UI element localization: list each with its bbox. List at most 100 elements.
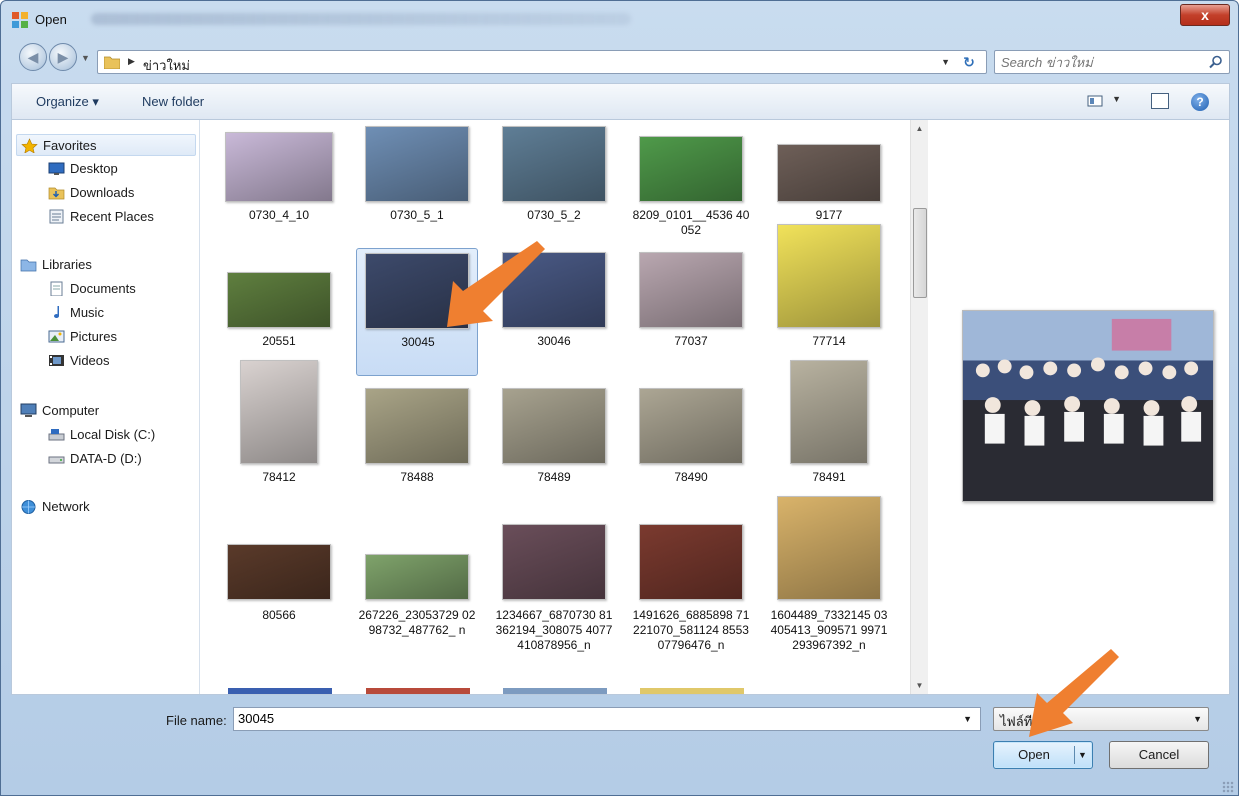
sidebar-item-data-d-d[interactable]: DATA-D (D:) [30, 448, 210, 470]
file-item[interactable]: 20551 [218, 248, 340, 376]
file-item[interactable]: 1604489_7332145 03405413_909571 99712939… [768, 496, 890, 652]
file-grid: 0730_4_10 0730_5_1 0730_5_2 8209_0101__4536… [202, 120, 910, 694]
view-options-dropdown[interactable]: ▼ [1112, 94, 1121, 104]
file-type-select[interactable]: ไฟล์ที ▼ [993, 707, 1209, 731]
folder-icon [104, 56, 120, 69]
file-name: 1234667_6870730 81362194_308075 40774108… [495, 608, 613, 652]
file-thumbnail-partial[interactable] [503, 688, 607, 694]
search-input[interactable] [1001, 53, 1201, 71]
vertical-scrollbar[interactable]: ▲ ▼ [910, 120, 928, 694]
filename-field[interactable]: ▼ [233, 707, 981, 731]
sidebar-item-desktop[interactable]: Desktop [30, 158, 210, 180]
disk-icon [48, 429, 65, 441]
file-item[interactable]: 8209_0101__4536 40052 [630, 122, 752, 250]
address-bar[interactable]: ▶ ข่าวใหม่ ▼ ↻ [97, 50, 987, 74]
back-button[interactable]: ◀ [19, 43, 47, 71]
file-name: 78491 [812, 470, 846, 484]
file-item[interactable]: 77714 [768, 224, 890, 376]
file-item[interactable]: 0730_5_1 [356, 122, 478, 250]
file-name: 20551 [262, 334, 296, 348]
breadcrumb-current-folder[interactable]: ข่าวใหม่ [143, 55, 190, 76]
file-type-value: ไฟล์ที [1000, 714, 1033, 729]
sidebar-item-computer[interactable]: Computer [16, 400, 196, 422]
navigation-pane: Favorites Desktop Downloads Recent Places Li… [12, 120, 200, 694]
change-view-icon[interactable] [1087, 94, 1103, 108]
sidebar-item-label: Desktop [70, 161, 118, 176]
file-name: 1604489_7332145 03405413_909571 99712939… [770, 608, 888, 652]
libraries-icon [20, 259, 37, 272]
address-dropdown[interactable]: ▼ [941, 57, 950, 67]
open-button[interactable]: Open ▼ [993, 741, 1093, 769]
file-item[interactable]: 1234667_6870730 81362194_308075 40774108… [493, 520, 615, 652]
file-thumbnail [639, 524, 743, 600]
help-icon[interactable]: ? [1191, 93, 1209, 111]
file-item[interactable]: 267226_23053729 0298732_487762_ n [356, 520, 478, 648]
sidebar-item-documents[interactable]: Documents [30, 278, 210, 300]
file-thumbnail [777, 224, 881, 328]
file-thumbnail-partial[interactable] [640, 688, 744, 694]
sidebar-item-downloads[interactable]: Downloads [30, 182, 210, 204]
close-button[interactable]: x [1180, 4, 1230, 26]
file-name: 267226_23053729 0298732_487762_ n [358, 608, 476, 637]
sidebar-item-label: Favorites [43, 138, 97, 153]
sidebar-item-music[interactable]: Music [30, 302, 210, 324]
forward-arrow-icon: ▶ [57, 49, 69, 65]
resize-grip[interactable] [1222, 781, 1234, 793]
file-item[interactable]: 1491626_6885898 71221070_581124 85530779… [630, 520, 752, 652]
file-thumbnail [777, 496, 881, 600]
forward-button[interactable]: ▶ [49, 43, 77, 71]
file-item[interactable]: 0730_4_10 [218, 122, 340, 250]
sidebar-item-favorites[interactable]: Favorites [16, 134, 196, 156]
app-icon [12, 12, 28, 28]
file-item[interactable]: 78412 [218, 360, 340, 512]
preview-image [962, 310, 1214, 502]
new-folder-button[interactable]: New folder [142, 94, 204, 109]
file-item[interactable]: 80566 [218, 520, 340, 648]
file-thumbnail-partial[interactable] [366, 688, 470, 694]
file-item[interactable]: 30046 [493, 248, 615, 376]
sidebar-item-local-disk-c[interactable]: Local Disk (C:) [30, 424, 210, 446]
file-item[interactable]: 78489 [493, 384, 615, 512]
file-item[interactable]: 30045 [356, 248, 478, 376]
sidebar-item-label: DATA-D (D:) [70, 451, 142, 466]
recent-locations-dropdown[interactable]: ▼ [81, 53, 90, 63]
filename-input[interactable] [238, 711, 938, 726]
organize-button[interactable]: Organize ▾ [36, 94, 99, 110]
sidebar-item-label: Network [42, 499, 90, 514]
file-item[interactable]: 77037 [630, 248, 752, 376]
sidebar-item-libraries[interactable]: Libraries [16, 254, 196, 276]
sidebar-item-network[interactable]: Network [16, 496, 196, 518]
file-name: 78412 [262, 470, 296, 484]
file-item[interactable]: 78488 [356, 384, 478, 512]
sidebar-item-pictures[interactable]: Pictures [30, 326, 210, 348]
file-item[interactable]: 0730_5_2 [493, 122, 615, 250]
file-thumbnail [639, 252, 743, 328]
sidebar-item-label: Recent Places [70, 209, 154, 224]
search-box[interactable] [994, 50, 1230, 74]
file-thumbnail [365, 388, 469, 464]
sidebar-item-recent-places[interactable]: Recent Places [30, 206, 210, 228]
downloads-icon [48, 187, 65, 200]
file-name: 8209_0101__4536 40052 [632, 208, 750, 237]
drive-icon [48, 456, 65, 464]
search-icon[interactable] [1209, 55, 1223, 69]
file-thumbnail [225, 132, 333, 202]
scrollbar-thumb[interactable] [913, 208, 927, 298]
refresh-icon[interactable]: ↻ [958, 53, 980, 71]
file-item[interactable]: 78490 [630, 384, 752, 512]
file-item[interactable]: 78491 [768, 360, 890, 512]
scroll-down-icon[interactable]: ▼ [911, 677, 928, 694]
open-options-dropdown-icon[interactable]: ▼ [1078, 742, 1087, 768]
file-name: 78489 [537, 470, 571, 484]
file-thumbnail [639, 388, 743, 464]
sidebar-item-videos[interactable]: Videos [30, 350, 210, 372]
preview-pane-icon[interactable] [1151, 93, 1169, 109]
scroll-up-icon[interactable]: ▲ [911, 120, 928, 137]
file-thumbnail-partial[interactable] [228, 688, 332, 694]
cancel-button[interactable]: Cancel [1109, 741, 1209, 769]
sidebar-item-label: Libraries [42, 257, 92, 272]
split-separator [1074, 746, 1075, 764]
filename-dropdown-icon[interactable]: ▼ [963, 714, 972, 724]
title-bar: Open x [1, 1, 1238, 37]
breadcrumb-separator-icon[interactable]: ▶ [128, 56, 135, 67]
